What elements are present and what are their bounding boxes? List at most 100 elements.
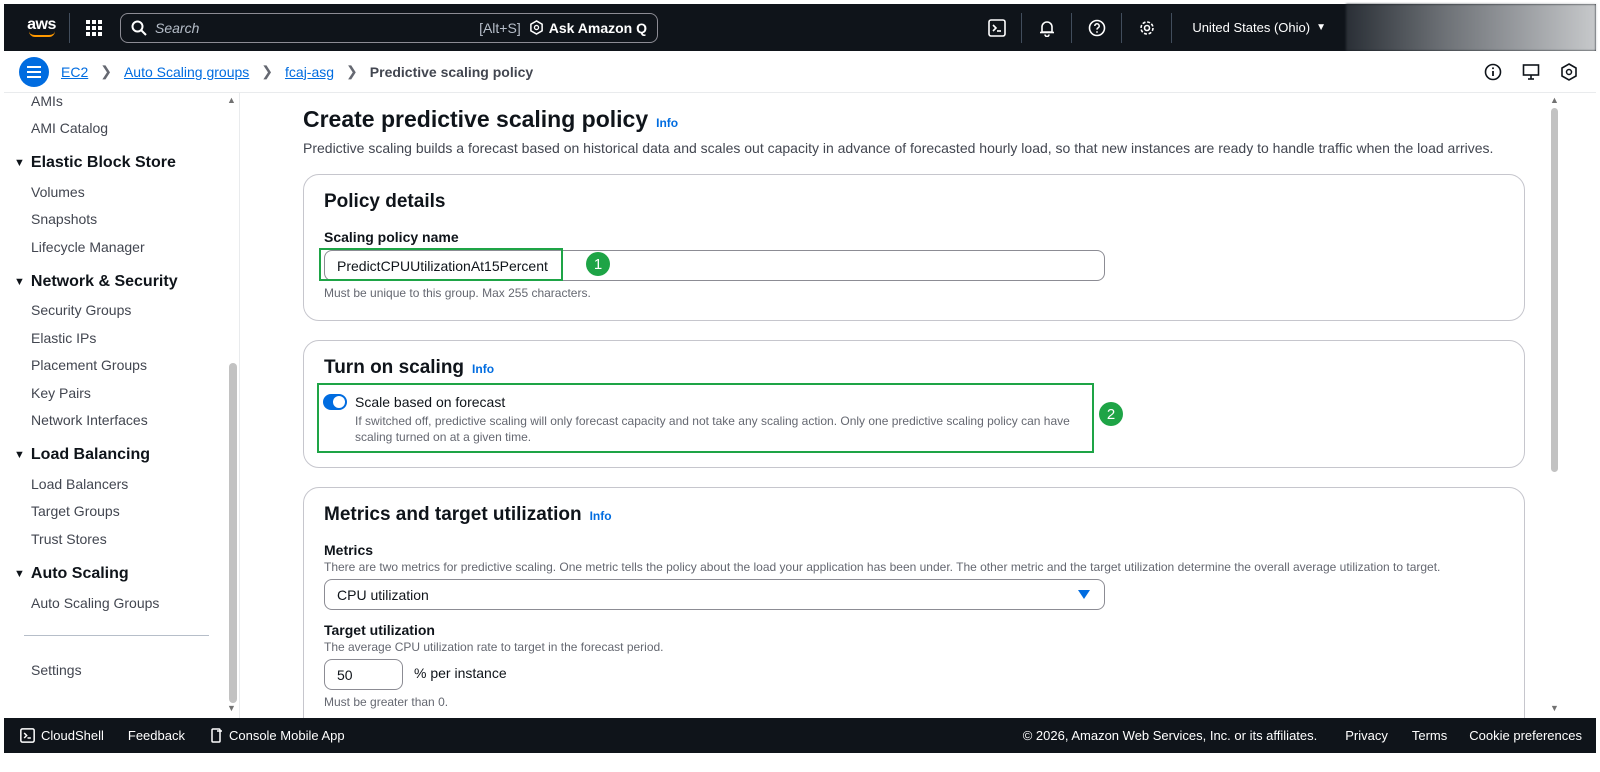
panel-title: Policy details (324, 191, 446, 212)
target-utilization-unit: % per instance (414, 665, 507, 681)
scaling-policy-name-label: Scaling policy name (324, 229, 459, 245)
notifications-bell-icon[interactable] (1022, 4, 1071, 51)
cloudshell-label: CloudShell (41, 728, 104, 743)
target-utilization-description: The average CPU utilization rate to targ… (324, 640, 664, 654)
metrics-select-value: CPU utilization (337, 586, 429, 603)
target-utilization-input[interactable]: 50 (324, 659, 403, 690)
sidebar-item-lifecycle-manager[interactable]: Lifecycle Manager (31, 239, 145, 255)
scroll-up-icon[interactable]: ▲ (1550, 95, 1559, 105)
chevron-right-icon: ❯ (261, 63, 274, 79)
panel-title: Turn on scaling Info (324, 357, 494, 379)
highlight-box-1 (319, 248, 563, 281)
step-badge-2: 2 (1099, 402, 1123, 426)
footer-right: © 2026, Amazon Web Services, Inc. or its… (1022, 728, 1582, 743)
aws-logo[interactable]: aws (14, 4, 69, 51)
metrics-target-utilization-panel: Metrics and target utilization Info Metr… (303, 487, 1525, 718)
region-label: United States (Ohio) (1192, 20, 1311, 35)
scroll-up-icon[interactable]: ▲ (227, 95, 236, 105)
sidebar-item-load-balancers[interactable]: Load Balancers (31, 476, 128, 492)
cookie-preferences-link[interactable]: Cookie preferences (1469, 728, 1582, 743)
privacy-link[interactable]: Privacy (1345, 728, 1388, 743)
account-menu-blurred[interactable] (1346, 4, 1596, 51)
search-input[interactable]: Search [Alt+S] Ask Amazon Q (120, 12, 658, 43)
scroll-down-icon[interactable]: ▼ (227, 703, 236, 713)
caret-down-icon: ▼ (14, 449, 25, 461)
console-mobile-app-label: Console Mobile App (228, 728, 345, 743)
top-navigation-bar: aws Search [Alt+S] Ask Amazon Q United S… (4, 4, 1596, 51)
target-utilization-label: Target utilization (324, 622, 435, 638)
sidebar-item-target-groups[interactable]: Target Groups (31, 503, 120, 519)
help-icon[interactable] (1072, 4, 1121, 51)
panel-title-text: Metrics and target utilization (324, 504, 582, 525)
breadcrumb-ec2[interactable]: EC2 (61, 64, 88, 80)
mobile-app-icon (211, 728, 222, 743)
caret-down-icon: ▼ (1316, 22, 1326, 33)
info-link[interactable]: Info (472, 362, 494, 376)
sidebar-item-network-interfaces[interactable]: Network Interfaces (31, 412, 148, 428)
sidebar-item-volumes[interactable]: Volumes (31, 184, 85, 200)
sidebar-section-network-security[interactable]: ▼ Network & Security (14, 273, 178, 291)
info-icon[interactable] (1484, 63, 1502, 81)
console-mobile-app-link[interactable]: Console Mobile App (211, 728, 345, 743)
sidebar-section-load-balancing[interactable]: ▼ Load Balancing (14, 446, 150, 464)
section-title: Load Balancing (30, 446, 151, 463)
side-menu-toggle[interactable] (19, 56, 49, 87)
feedback-screen-icon[interactable] (1522, 63, 1540, 81)
metrics-select[interactable]: CPU utilization (324, 579, 1105, 610)
sidebar-item-amis[interactable]: AMIs (31, 93, 63, 109)
search-shortcut: [Alt+S] (479, 19, 521, 36)
sidebar-item-elastic-ips[interactable]: Elastic IPs (31, 330, 96, 346)
main-content: Create predictive scaling policy Info Pr… (241, 93, 1548, 718)
cloudshell-icon (20, 728, 35, 743)
sidebar-item-key-pairs[interactable]: Key Pairs (31, 385, 91, 401)
region-selector[interactable]: United States (Ohio) ▼ (1172, 20, 1346, 35)
breadcrumb-fcaj-asg[interactable]: fcaj-asg (285, 64, 334, 80)
sidebar-section-auto-scaling[interactable]: ▼ Auto Scaling (14, 565, 129, 583)
cloudshell-icon[interactable] (972, 4, 1021, 51)
aws-logo-text: aws (27, 16, 56, 33)
panel-title: Metrics and target utilization Info (324, 504, 612, 526)
sidebar-item-auto-scaling-groups[interactable]: Auto Scaling Groups (31, 595, 159, 611)
caret-down-icon: ▼ (14, 157, 25, 169)
amazon-q-panel-icon[interactable] (1560, 62, 1578, 81)
main-scroll-thumb[interactable] (1551, 108, 1558, 472)
section-title: Elastic Block Store (30, 154, 176, 171)
sidebar-item-settings[interactable]: Settings (31, 662, 82, 678)
target-utilization-value: 50 (337, 666, 353, 683)
breadcrumb-auto-scaling-groups[interactable]: Auto Scaling groups (124, 64, 249, 80)
breadcrumb: EC2 ❯ Auto Scaling groups ❯ fcaj-asg ❯ P… (4, 51, 1596, 93)
sidebar-section-elastic-block-store[interactable]: ▼ Elastic Block Store (14, 154, 176, 172)
chevron-right-icon: ❯ (100, 63, 112, 79)
chevron-right-icon: ❯ (346, 63, 358, 79)
search-icon (131, 20, 147, 36)
feedback-link[interactable]: Feedback (128, 728, 185, 743)
cloudshell-button[interactable]: CloudShell (20, 728, 104, 743)
section-title: Network & Security (30, 273, 178, 290)
settings-gear-icon[interactable] (1122, 4, 1171, 51)
panel-title-text: Turn on scaling (324, 357, 465, 378)
page-title-text: Create predictive scaling policy (303, 106, 649, 132)
info-link[interactable]: Info (590, 509, 612, 523)
sidebar-item-snapshots[interactable]: Snapshots (31, 211, 97, 227)
sidebar-scroll-thumb[interactable] (229, 363, 237, 703)
ask-amazon-q-button[interactable]: Ask Amazon Q (529, 20, 647, 36)
caret-down-icon: ▼ (14, 568, 25, 580)
footer: CloudShell Feedback Console Mobile App ©… (4, 718, 1596, 753)
sidebar-item-placement-groups[interactable]: Placement Groups (31, 357, 147, 373)
page-description: Predictive scaling builds a forecast bas… (303, 140, 1494, 156)
sidebar-item-security-groups[interactable]: Security Groups (31, 302, 131, 318)
sidebar-item-trust-stores[interactable]: Trust Stores (31, 531, 107, 547)
sidebar-item-ami-catalog[interactable]: AMI Catalog (31, 120, 108, 136)
services-menu-icon[interactable] (70, 4, 118, 51)
terms-link[interactable]: Terms (1412, 728, 1447, 743)
caret-down-icon: ▼ (14, 276, 25, 288)
hamburger-icon (27, 65, 41, 78)
copyright-text: © 2026, Amazon Web Services, Inc. or its… (1022, 728, 1318, 743)
breadcrumb-current: Predictive scaling policy (369, 63, 534, 80)
turn-on-scaling-panel: Turn on scaling Info Scale based on fore… (303, 340, 1525, 468)
scroll-down-icon[interactable]: ▼ (1550, 703, 1559, 713)
top-right-icons: United States (Ohio) ▼ (972, 4, 1596, 51)
info-link[interactable]: Info (656, 116, 678, 130)
search-placeholder: Search (155, 19, 200, 36)
highlight-box-2 (317, 383, 1094, 453)
